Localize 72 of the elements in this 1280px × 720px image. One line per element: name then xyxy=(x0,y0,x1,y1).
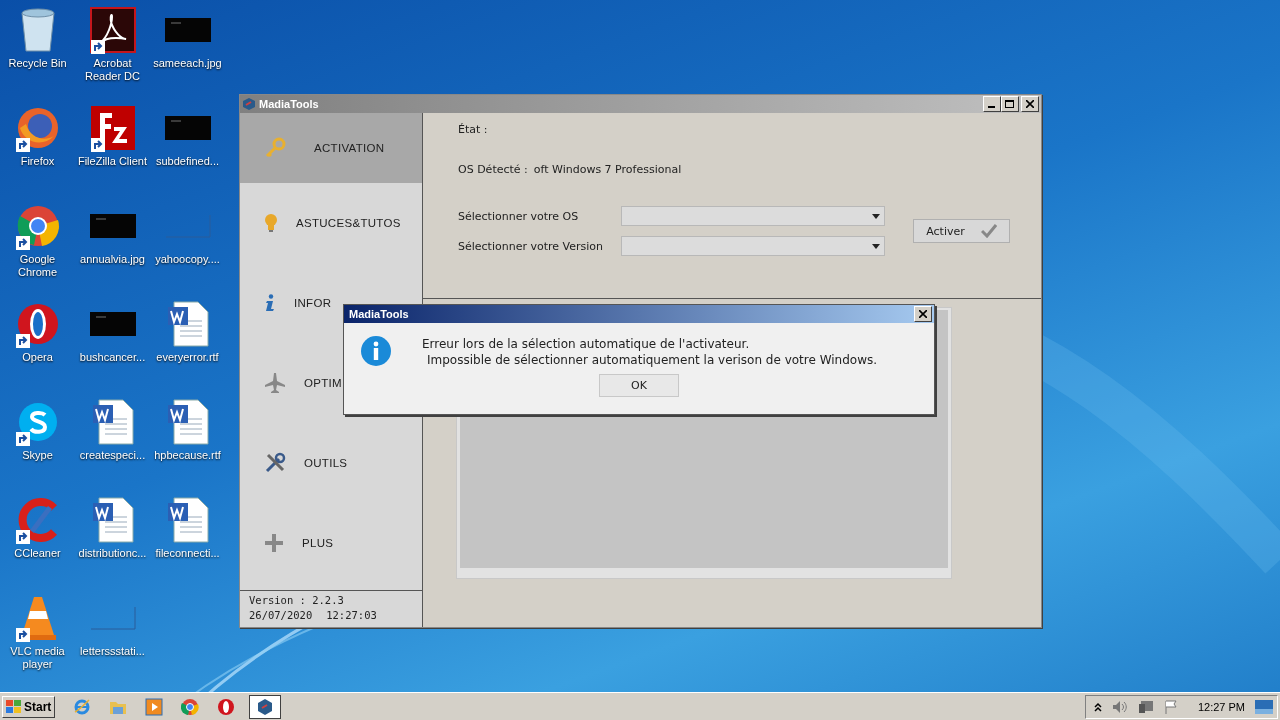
tools-icon xyxy=(264,452,286,474)
desktop-icon-label[interactable]: yahoocopy.... xyxy=(155,253,220,266)
maximize-icon xyxy=(1005,99,1015,109)
desktop-icon-label[interactable]: FileZilla Client xyxy=(77,155,148,168)
dropdown-arrow-icon xyxy=(872,243,880,249)
firefox-icon xyxy=(15,106,60,150)
sidebar-item[interactable]: ASTUCES&TUTOS xyxy=(240,183,422,263)
dialog-message: Impossible de sélectionner automatiquement la verison de votre Windows. xyxy=(426,352,878,368)
chrome-icon xyxy=(15,204,60,248)
os-value: oft Windows 7 Professional xyxy=(533,163,682,178)
desktop-icon-label[interactable]: distributionc... xyxy=(78,547,147,560)
clock[interactable]: 12:27 PM xyxy=(1197,700,1245,713)
show-desktop-icon[interactable] xyxy=(1255,699,1273,714)
field-label: Sélectionner votre OS xyxy=(458,209,580,223)
desktop-icon-label[interactable]: fileconnecti... xyxy=(155,547,220,560)
dialog-title: MadiaTools xyxy=(349,308,409,320)
desktop-icon-label[interactable]: Google Chrome xyxy=(1,253,74,279)
desktop-icon-label[interactable]: Opera xyxy=(22,351,53,364)
status-label: État : xyxy=(458,123,489,138)
desktop-icon-label[interactable]: Recycle Bin xyxy=(8,57,67,70)
dialog-message: Erreur lors de la sélection automatique de l'activateur. xyxy=(422,336,751,352)
desktop-icon-label[interactable]: hpbecause.rtf xyxy=(154,449,221,462)
time-text: 12:27:03 xyxy=(326,609,377,621)
desktop-icon-label[interactable]: subdefined... xyxy=(156,155,219,168)
desktop-icon-label[interactable]: CCleaner xyxy=(14,547,61,560)
close-button[interactable] xyxy=(1021,96,1039,112)
info-icon xyxy=(264,294,276,312)
maximize-button[interactable] xyxy=(1001,96,1019,112)
close-button[interactable] xyxy=(914,306,932,322)
airplane-icon xyxy=(264,372,286,394)
lightbulb-icon xyxy=(264,213,278,233)
desktop-icon-label[interactable]: bushcancer... xyxy=(79,351,146,364)
desktop-icon-label[interactable]: VLC media player xyxy=(1,645,74,671)
ok-button[interactable]: OK xyxy=(599,374,679,397)
version-text: Version : 2.2.3 xyxy=(249,594,345,606)
desktop-icon-label[interactable]: Firefox xyxy=(20,155,55,168)
key-icon xyxy=(264,137,286,159)
network-icon[interactable] xyxy=(1137,699,1154,714)
desktop-icon-label[interactable]: letterssstati... xyxy=(80,645,145,658)
start-button[interactable]: Start xyxy=(2,695,56,718)
checkmark-icon xyxy=(980,224,997,238)
plus-icon xyxy=(264,533,284,553)
desktop-icon-label[interactable]: Skype xyxy=(22,449,53,462)
acrobat-icon xyxy=(89,7,136,53)
desktop-icon-label[interactable]: Acrobat Reader DC xyxy=(76,57,149,83)
os-label: OS Détecté : xyxy=(458,163,528,178)
flag-icon[interactable] xyxy=(1163,699,1178,714)
cube-icon xyxy=(242,97,256,111)
close-icon xyxy=(919,310,927,318)
cube-icon[interactable] xyxy=(256,697,275,716)
desktop-icon-label[interactable]: annualvia.jpg xyxy=(80,253,145,266)
sidebar-item[interactable]: OPTIM xyxy=(240,343,422,423)
taskbar-button[interactable] xyxy=(249,694,282,719)
dropdown-arrow-icon xyxy=(872,213,880,219)
opera-icon xyxy=(15,302,60,346)
info-icon xyxy=(361,336,391,366)
sidebar-item[interactable]: OUTILS xyxy=(240,423,422,503)
sidebar-item[interactable]: PLUS xyxy=(240,503,422,583)
window-title: MadiaTools xyxy=(259,98,319,110)
speaker-icon[interactable] xyxy=(1111,699,1128,714)
close-icon xyxy=(1026,100,1034,108)
activate-button[interactable]: Activer xyxy=(913,219,1010,243)
desktop-icon-label[interactable]: everyerror.rtf xyxy=(156,351,219,364)
sidebar-item[interactable]: ACTIVATION xyxy=(240,113,422,183)
date-text: 26/07/2020 xyxy=(249,609,313,621)
field-label: Sélectionner votre Version xyxy=(458,239,604,253)
filezilla-icon xyxy=(89,105,136,151)
desktop-icon-label[interactable]: sameeach.jpg xyxy=(153,57,222,70)
chevron-up-icon[interactable] xyxy=(1093,701,1102,712)
minimize-button[interactable] xyxy=(983,96,1001,112)
desktop-icon-label[interactable]: createspeci... xyxy=(79,449,146,462)
windows-logo-icon xyxy=(6,699,22,714)
